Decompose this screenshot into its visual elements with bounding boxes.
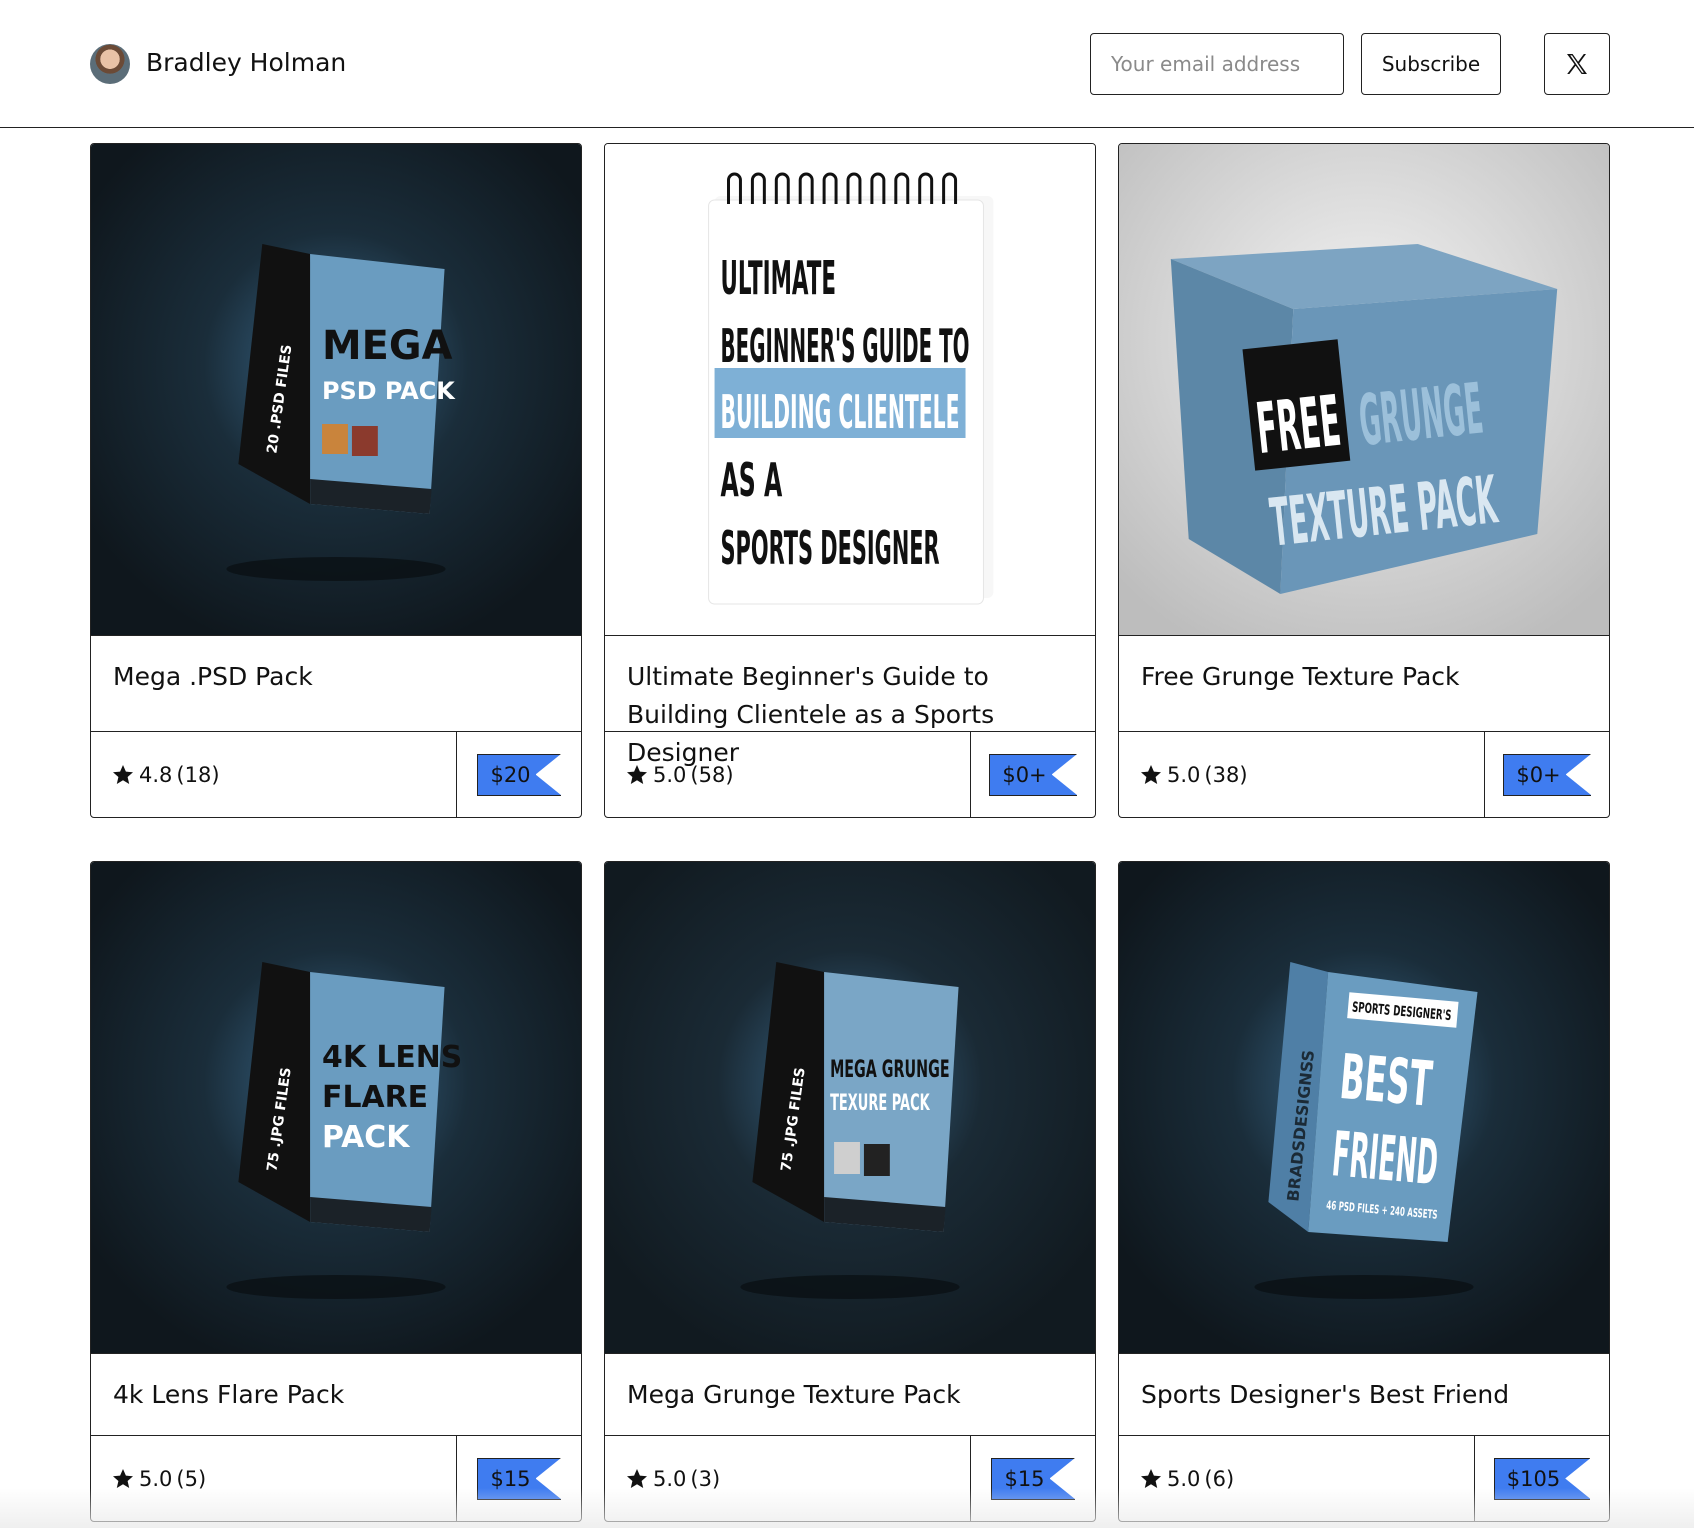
box-title-text-2: FLARE (322, 1080, 428, 1115)
rating-count: (6) (1204, 1466, 1235, 1491)
box-grunge-text: GRUNGE (1355, 368, 1486, 462)
star-icon (627, 764, 647, 784)
cover-line-4: AS A (721, 453, 783, 507)
product-card[interactable]: 4K LENS FLARE PACK 75 .JPG FILES 4k Lens… (90, 861, 582, 1522)
product-thumbnail[interactable]: SPORTS DESIGNER'S BEST FRIEND 46 PSD FIL… (1119, 862, 1609, 1354)
x-logo-icon (1567, 54, 1587, 74)
rating-count: (18) (176, 762, 220, 787)
box-subtitle-text: PSD PACK (322, 377, 456, 405)
price-value: $15 (1004, 1466, 1045, 1491)
cover-line-3: BUILDING CLIENTELE (721, 385, 960, 439)
box-free-text: FREE (1253, 381, 1345, 471)
creator-avatar[interactable] (90, 44, 130, 84)
product-footer: 5.0 (5) $15 (91, 1436, 581, 1521)
price-cell: $0+ (970, 732, 1095, 817)
product-thumbnail[interactable]: FREE GRUNGE TEXTURE PACK (1119, 144, 1609, 636)
rating-count: (38) (1204, 762, 1248, 787)
star-icon (1141, 764, 1161, 784)
price-tag[interactable]: $105 (1493, 1457, 1591, 1500)
product-card[interactable]: FREE GRUNGE TEXTURE PACK Free Grunge Tex… (1118, 143, 1610, 818)
product-rating: 4.8 (18) (91, 732, 456, 817)
price-value: $15 (490, 1466, 531, 1491)
email-input[interactable] (1090, 33, 1344, 95)
price-tag[interactable]: $0+ (1503, 753, 1591, 796)
product-card[interactable]: MEGA PSD PACK 20 .PSD FILES Mega .PSD Pa… (90, 143, 582, 818)
box-title-text-3: PACK (322, 1120, 411, 1155)
rating-value: 4.8 (139, 762, 173, 787)
star-icon (1141, 1468, 1161, 1488)
rating-count: (58) (690, 762, 734, 787)
box-best-text: BEST (1337, 1041, 1435, 1121)
box-friend-text: FRIEND (1329, 1118, 1440, 1199)
subscribe-button[interactable]: Subscribe (1361, 33, 1501, 95)
product-title[interactable]: Ultimate Beginner's Guide to Building Cl… (605, 636, 1095, 767)
star-icon (113, 764, 133, 784)
price-cell: $20 (456, 732, 581, 817)
product-title[interactable]: 4k Lens Flare Pack (91, 1354, 581, 1436)
rating-count: (5) (176, 1466, 207, 1491)
product-rating: 5.0 (3) (605, 1436, 970, 1521)
product-title[interactable]: Mega Grunge Texture Pack (605, 1354, 1095, 1436)
product-card[interactable]: MEGA GRUNGE TEXURE PACK 75 .JPG FILES Me… (604, 861, 1096, 1522)
creator-name[interactable]: Bradley Holman (146, 48, 346, 77)
product-title[interactable]: Sports Designer's Best Friend (1119, 1354, 1609, 1436)
product-title[interactable]: Mega .PSD Pack (91, 636, 581, 732)
price-tag[interactable]: $20 (477, 753, 561, 796)
product-footer: 5.0 (3) $15 (605, 1436, 1095, 1521)
product-thumbnail[interactable]: MEGA PSD PACK 20 .PSD FILES (91, 144, 581, 636)
price-cell: $0+ (1484, 732, 1609, 817)
price-value: $0+ (1002, 762, 1047, 787)
box-subtitle-text: TEXURE PACK (830, 1091, 930, 1116)
rating-value: 5.0 (139, 1466, 173, 1491)
x-profile-link[interactable] (1544, 33, 1610, 95)
box-title-text: 4K LENS (322, 1040, 462, 1075)
rating-value: 5.0 (653, 1466, 687, 1491)
profile-header: Bradley Holman Subscribe (0, 0, 1694, 128)
rating-value: 5.0 (653, 762, 687, 787)
price-tag[interactable]: $0+ (989, 753, 1077, 796)
price-tag[interactable]: $15 (991, 1457, 1075, 1500)
product-footer: 5.0 (58) $0+ (605, 732, 1095, 817)
product-thumbnail[interactable]: MEGA GRUNGE TEXURE PACK 75 .JPG FILES (605, 862, 1095, 1354)
product-footer: 5.0 (38) $0+ (1119, 732, 1609, 817)
price-cell: $105 (1474, 1436, 1609, 1521)
product-footer: 5.0 (6) $105 (1119, 1436, 1609, 1521)
price-value: $20 (490, 762, 531, 787)
price-value: $0+ (1516, 762, 1561, 787)
product-title[interactable]: Free Grunge Texture Pack (1119, 636, 1609, 732)
rating-count: (3) (690, 1466, 721, 1491)
cover-line-1: ULTIMATE (721, 251, 837, 305)
cover-line-5: SPORTS DESIGNER (721, 521, 940, 575)
price-tag[interactable]: $15 (477, 1457, 561, 1500)
product-footer: 4.8 (18) $20 (91, 732, 581, 817)
cover-line-2: BEGINNER'S GUIDE TO (721, 319, 970, 373)
star-icon (627, 1468, 647, 1488)
rating-value: 5.0 (1167, 762, 1201, 787)
product-thumbnail[interactable]: 4K LENS FLARE PACK 75 .JPG FILES (91, 862, 581, 1354)
product-rating: 5.0 (38) (1119, 732, 1484, 817)
product-thumbnail[interactable]: ULTIMATE BEGINNER'S GUIDE TO BUILDING CL… (605, 144, 1095, 636)
rating-value: 5.0 (1167, 1466, 1201, 1491)
price-value: $105 (1506, 1466, 1561, 1491)
box-title-text: MEGA (322, 323, 452, 369)
product-card[interactable]: ULTIMATE BEGINNER'S GUIDE TO BUILDING CL… (604, 143, 1096, 818)
product-rating: 5.0 (58) (605, 732, 970, 817)
box-title-text: MEGA GRUNGE (830, 1055, 950, 1083)
star-icon (113, 1468, 133, 1488)
price-cell: $15 (456, 1436, 581, 1521)
product-card[interactable]: SPORTS DESIGNER'S BEST FRIEND 46 PSD FIL… (1118, 861, 1610, 1522)
product-rating: 5.0 (6) (1119, 1436, 1474, 1521)
price-cell: $15 (970, 1436, 1095, 1521)
product-rating: 5.0 (5) (91, 1436, 456, 1521)
